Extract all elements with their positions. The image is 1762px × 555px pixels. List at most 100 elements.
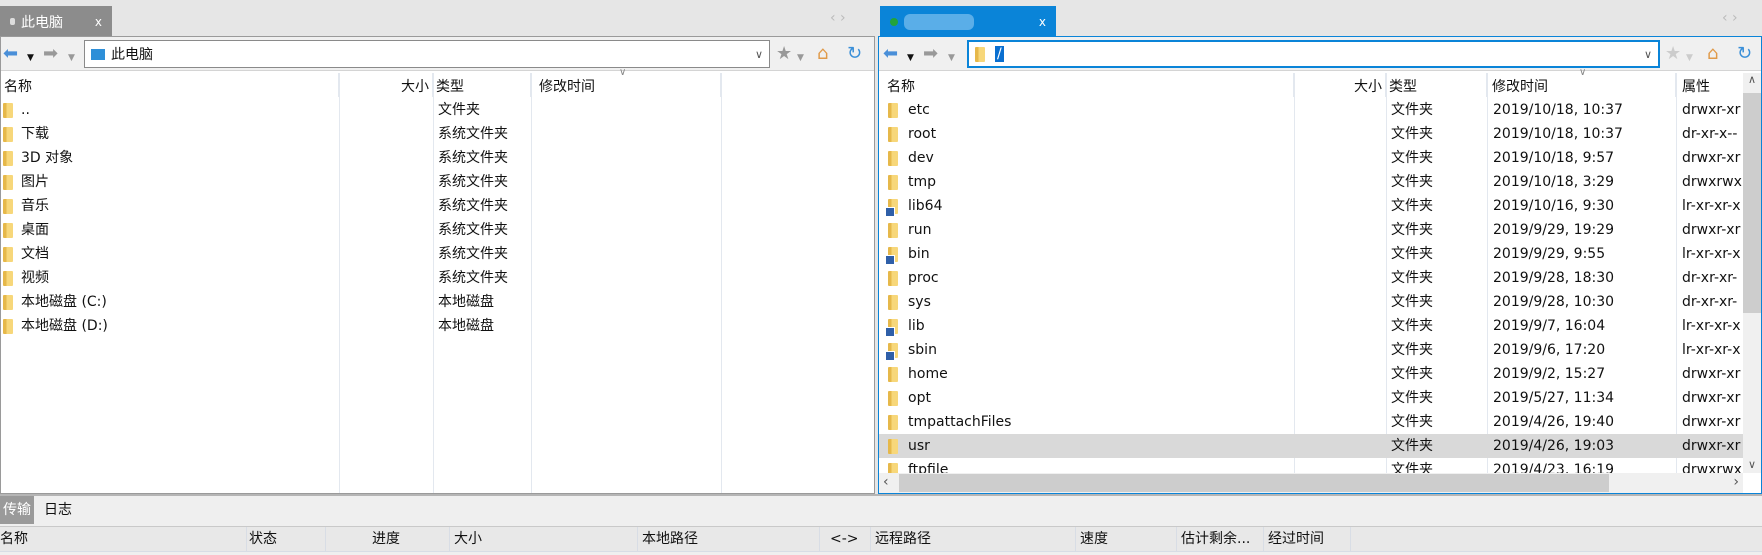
file-name: opt [908,390,931,406]
file-row[interactable]: dev 文件夹 2019/10/18, 9:57 drwxr-xr [879,146,1743,170]
col-remote-path[interactable]: 远程路径 [871,527,1076,551]
type-cell: 系统文件夹 [438,246,508,262]
file-row[interactable]: lib64 文件夹 2019/10/16, 9:30 lr-xr-xr-x [879,194,1743,218]
file-row[interactable]: run 文件夹 2019/9/29, 19:29 drwxr-xr [879,218,1743,242]
scroll-left-icon[interactable]: ‹ [883,474,889,490]
forward-icon[interactable]: ➡ [43,45,58,63]
col-elapsed[interactable]: 经过时间 [1264,527,1351,551]
col-eta[interactable]: 估计剩余... [1177,527,1264,551]
file-row[interactable]: 下载 系统文件夹 [1,122,874,146]
close-icon[interactable]: x [1039,15,1046,29]
star-icon[interactable]: ★ [776,45,792,63]
chevron-down-icon[interactable]: ▼ [948,49,955,67]
col-progress[interactable]: 进度 [326,527,450,551]
file-row[interactable]: 视频 系统文件夹 [1,266,874,290]
name-cell: lib64 [879,194,1294,218]
home-folder-icon[interactable]: ⌂ [1707,45,1718,63]
col-size[interactable]: 大小 [1294,73,1386,97]
name-cell: 下载 [1,122,339,146]
file-row[interactable]: 本地磁盘 (D:) 本地磁盘 [1,314,874,338]
modified-cell: 2019/9/6, 17:20 [1493,342,1606,358]
tab-scroll-arrows[interactable]: ‹ › [1722,10,1738,26]
file-row[interactable]: 图片 系统文件夹 [1,170,874,194]
vertical-scrollbar[interactable]: ∧ ∨ [1743,73,1761,473]
file-row[interactable]: 桌面 系统文件夹 [1,218,874,242]
file-row[interactable]: sbin 文件夹 2019/9/6, 17:20 lr-xr-xr-x [879,338,1743,362]
star-icon[interactable]: ★ [1665,45,1681,63]
chevron-down-icon[interactable]: ▼ [907,49,914,67]
name-cell: 3D 对象 [1,146,339,170]
chevron-down-icon[interactable]: ▼ [27,49,34,67]
attributes-cell: drwxrwxr [1682,462,1743,473]
file-row[interactable]: usr 文件夹 2019/4/26, 19:03 drwxr-xr [879,434,1743,458]
tab-local[interactable]: 此电脑 x [0,6,112,37]
scrollbar-thumb[interactable] [1743,93,1761,313]
file-row[interactable]: ftpfile 文件夹 2019/4/23, 16:19 drwxrwxr [879,458,1743,473]
scroll-down-icon[interactable]: ∨ [1743,458,1761,471]
attributes-cell: drwxr-xr [1682,366,1741,382]
col-size[interactable]: 大小 [339,73,433,97]
file-name: 本地磁盘 (C:) [21,294,107,310]
scroll-up-icon[interactable]: ∧ [1743,73,1761,93]
col-name[interactable]: 名称 [1,73,339,97]
col-size[interactable]: 大小 [450,527,638,551]
folder-icon [888,222,898,238]
scroll-right-icon[interactable]: › [1733,474,1739,490]
chevron-down-icon[interactable]: ▼ [1686,49,1693,67]
name-cell: home [879,362,1294,386]
file-row[interactable]: 本地磁盘 (C:) 本地磁盘 [1,290,874,314]
tab-scroll-arrows[interactable]: ‹ › [830,10,846,26]
file-row[interactable]: 音乐 系统文件夹 [1,194,874,218]
file-row[interactable]: sys 文件夹 2019/9/28, 10:30 dr-xr-xr- [879,290,1743,314]
modified-cell: 2019/10/18, 10:37 [1493,102,1623,118]
scrollbar-thumb[interactable] [899,474,1609,492]
horizontal-scrollbar[interactable]: ‹ › [879,473,1743,493]
file-name: run [908,222,932,238]
col-speed[interactable]: 速度 [1076,527,1177,551]
col-local-path[interactable]: 本地路径 [638,527,820,551]
tab-remote[interactable]: x [880,6,1056,37]
col-status[interactable]: 状态 [247,527,326,551]
file-row[interactable]: tmp 文件夹 2019/10/18, 3:29 drwxrwx [879,170,1743,194]
file-row[interactable]: bin 文件夹 2019/9/29, 9:55 lr-xr-xr-x [879,242,1743,266]
col-direction[interactable]: <-> [820,527,871,551]
home-folder-icon[interactable]: ⌂ [817,45,828,63]
refresh-icon[interactable]: ↻ [1737,45,1752,63]
local-address-input[interactable]: 此电脑 ∨ [84,40,770,68]
file-row[interactable]: opt 文件夹 2019/5/27, 11:34 drwxr-xr [879,386,1743,410]
close-icon[interactable]: x [95,15,102,29]
file-name: lib64 [908,198,943,214]
col-type[interactable]: 类型 [1386,73,1487,97]
type-cell: 文件夹 [1391,366,1433,382]
file-row[interactable]: .. 文件夹 [1,98,874,122]
file-row[interactable]: lib 文件夹 2019/9/7, 16:04 lr-xr-xr-x [879,314,1743,338]
chevron-down-icon[interactable]: ∨ [1644,48,1652,61]
chevron-down-icon[interactable]: ∨ [755,48,763,61]
tab-transfers[interactable]: 传输 [0,496,34,524]
chevron-down-icon[interactable]: ▼ [797,49,804,67]
symlink-folder-icon [885,198,898,217]
col-name[interactable]: 名称 [879,73,1294,97]
col-name[interactable]: 名称 [0,527,247,551]
col-attributes[interactable]: 属性 [1676,73,1746,97]
forward-icon[interactable]: ➡ [923,45,938,63]
file-name: dev [908,150,934,166]
file-row[interactable]: tmpattachFiles 文件夹 2019/4/26, 19:40 drwxr-x… [879,410,1743,434]
tab-title: 此电脑 [21,14,63,31]
file-row[interactable]: home 文件夹 2019/9/2, 15:27 drwxr-xr [879,362,1743,386]
tab-log[interactable]: 日志 [40,496,76,524]
refresh-icon[interactable]: ↻ [847,45,862,63]
file-row[interactable]: etc 文件夹 2019/10/18, 10:37 drwxr-xr [879,98,1743,122]
file-row[interactable]: 文档 系统文件夹 [1,242,874,266]
chevron-down-icon[interactable]: ▼ [68,49,75,67]
file-name: 图片 [21,174,49,190]
file-row[interactable]: root 文件夹 2019/10/18, 10:37 dr-xr-x-- [879,122,1743,146]
file-row[interactable]: 3D 对象 系统文件夹 [1,146,874,170]
back-icon[interactable]: ⬅ [3,45,18,63]
file-row[interactable]: proc 文件夹 2019/9/28, 18:30 dr-xr-xr- [879,266,1743,290]
remote-address-input[interactable]: / ∨ [967,40,1660,68]
col-type[interactable]: 类型 [433,73,531,97]
back-icon[interactable]: ⬅ [883,45,898,63]
attributes-cell: lr-xr-xr-x [1682,198,1741,214]
modified-cell: 2019/5/27, 11:34 [1493,390,1615,406]
